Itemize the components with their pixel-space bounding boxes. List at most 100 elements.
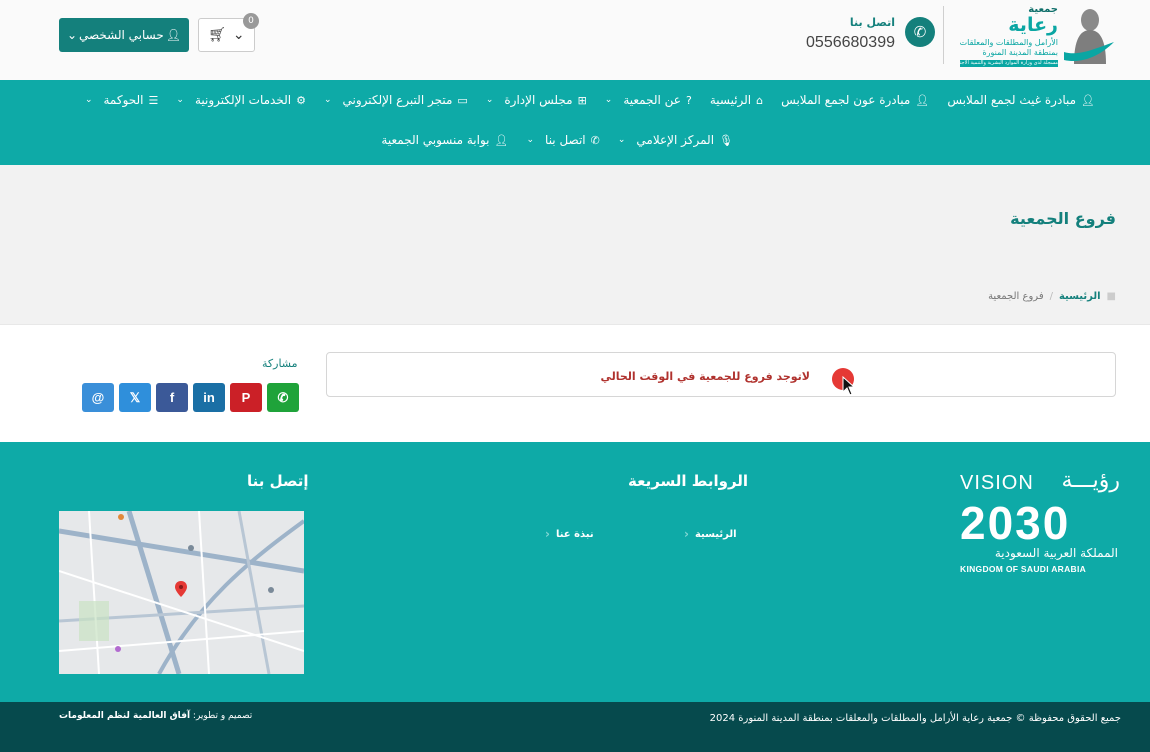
breadcrumb-home-link[interactable]: الرئيسية (1059, 291, 1101, 302)
x-icon: 𝕏 (129, 389, 141, 405)
nav-item-label: الحوكمة (103, 93, 144, 107)
nav-item-2[interactable]: ⌂ الرئيسية (710, 93, 763, 107)
linkedin-icon: in (203, 390, 215, 405)
quick-link-label: نبذة عنا (555, 528, 594, 540)
nav-item-6[interactable]: ⚙ الخدمات الإلكترونية ⌄ (176, 93, 306, 107)
chevron-down-icon: ⌄ (604, 95, 613, 105)
nav-row-secondary: 🎙︎ المركز الإعلامي ⌄ ✆ اتصل بنا ⌄ 👤︎ بوابة منسو… (363, 133, 733, 147)
nav-item-row2-0[interactable]: 🎙︎ المركز الإعلامي ⌄ (618, 133, 733, 147)
gears-icon: ⚙ (296, 93, 306, 107)
list-icon: ☰ (148, 93, 159, 107)
chevron-down-icon: ⌄ (323, 95, 332, 105)
sitemap-icon: ⊞ (577, 93, 587, 107)
empty-branches-alert: لاتوجد فروع للجمعية في الوقت الحالي (326, 352, 1116, 397)
nav-item-label: عن الجمعية (623, 93, 681, 107)
facebook-share-button[interactable]: f (156, 383, 188, 412)
question-icon: ? (685, 93, 692, 107)
quick-links-title: الروابط السريعة (628, 472, 749, 490)
user-icon: 👤︎ (494, 133, 509, 147)
share-label: مشاركة (262, 357, 298, 370)
breadcrumb: ■ الرئيسية / فروع الجمعية (988, 291, 1116, 302)
breadcrumb-separator: / (1049, 291, 1053, 302)
whatsapp-share-button[interactable]: ✆ (267, 383, 299, 412)
nav-item-row2-2[interactable]: 👤︎ بوابة منسوبي الجمعية (381, 133, 508, 147)
nav-item-label: مبادرة غيث لجمع الملابس (947, 93, 1077, 107)
breadcrumb-current: فروع الجمعية (988, 291, 1044, 302)
main-navigation: 👤︎ مبادرة غيث لجمع الملابس 👤︎ مبادرة عون لج… (0, 80, 1150, 165)
phone-icon: ✆ (590, 133, 600, 147)
org-subtitle: الأرامل والمطلقات والمعلقات بمنطقة المدي… (959, 38, 1058, 57)
x-share-button[interactable]: 𝕏 (119, 383, 151, 412)
account-button-label: حسابي الشخصي (79, 28, 164, 42)
vision-en-text: VISION (960, 472, 1034, 494)
mouse-cursor-icon (842, 376, 856, 396)
contact-phone-number[interactable]: 0556680399 (806, 34, 895, 52)
nav-row-primary: 👤︎ مبادرة غيث لجمع الملابس 👤︎ مبادرة عون لج… (67, 93, 1095, 107)
logo-figure-icon (1064, 9, 1114, 64)
nav-item-4[interactable]: ⊞ مجلس الإدارة ⌄ (486, 93, 587, 107)
nav-item-label: متجر التبرع الإلكتروني (342, 93, 453, 107)
location-map[interactable] (59, 511, 304, 674)
designer-credit: تصميم و تطوير: آفاق العالمية لنظم المعلو… (59, 711, 252, 721)
share-buttons: @ 𝕏f in P ✆ (82, 383, 299, 412)
nav-item-label: مجلس الإدارة (504, 93, 573, 107)
designer-prefix: تصميم و تطوير: (192, 711, 253, 721)
quick-link-about[interactable]: نبذة عنا ‹ (545, 527, 594, 541)
cart-count-badge: 0 (243, 13, 259, 29)
nav-item-row2-1[interactable]: ✆ اتصل بنا ⌄ (526, 133, 599, 147)
empty-branches-message: لاتوجد فروع للجمعية في الوقت الحالي (600, 370, 810, 383)
home-icon: ⌂ (756, 93, 764, 107)
vision-2030-logo: VISION رؤيـــة 2030 المملكة العربية السع… (960, 468, 1120, 578)
chevron-down-icon: ⌄ (617, 135, 626, 145)
chevron-down-icon: ⌄ (84, 95, 93, 105)
chevron-down-icon: ⌄ (176, 95, 184, 105)
user-icon: 👤︎ (165, 28, 181, 42)
pinterest-share-button[interactable]: P (230, 383, 262, 412)
page-title: فروع الجمعية (1010, 209, 1116, 228)
chevron-down-icon: ⌄ (485, 95, 494, 105)
nav-item-0[interactable]: 👤︎ مبادرة غيث لجمع الملابس (947, 93, 1095, 107)
top-header: جمعية رعاية الأرامل والمطلقات والمعلقات … (0, 0, 1150, 80)
at-icon: @ (91, 390, 105, 405)
org-name: رعاية (1008, 14, 1058, 36)
header-divider (943, 6, 944, 64)
nav-item-label: بوابة منسوبي الجمعية (381, 133, 490, 147)
footer-contact-title: إتصل بنا (247, 472, 309, 490)
user-icon: 👤︎ (915, 93, 930, 107)
org-registration-strip: مسجلة لدى وزارة الموارد البشرية والتنمية… (960, 60, 1058, 67)
nav-item-7[interactable]: ☰ الحوكمة ⌄ (85, 93, 158, 107)
account-button[interactable]: 👤︎ حسابي الشخصي ⌄ (59, 18, 189, 52)
whatsapp-icon: ✆ (277, 389, 289, 405)
footer: VISION رؤيـــة 2030 المملكة العربية السع… (0, 442, 1150, 702)
nav-item-label: مبادرة عون لجمع الملابس (781, 93, 911, 107)
facebook-icon: f (169, 390, 175, 405)
vision-ar-text: رؤيـــة (1061, 468, 1120, 493)
chevron-left-icon: ‹ (545, 527, 550, 541)
map-image (59, 511, 304, 674)
user-icon: 👤︎ (1081, 93, 1095, 107)
contact-label: اتصل بنا (849, 16, 895, 29)
linkedin-share-button[interactable]: in (193, 383, 225, 412)
quick-link-home[interactable]: الرئيسية ‹ (684, 527, 737, 541)
home-square-icon: ■ (1106, 291, 1116, 302)
vision-ksa-en: KINGDOM OF SAUDI ARABIA (960, 564, 1087, 574)
card-icon: ▭ (457, 93, 468, 107)
email-share-button[interactable]: @ (82, 383, 114, 412)
nav-item-3[interactable]: ? عن الجمعية ⌄ (605, 93, 692, 107)
nav-item-label: المركز الإعلامي (636, 133, 715, 147)
cart-icon: 🛒︎ (208, 27, 227, 43)
vision-year: 2030 (960, 497, 1071, 549)
copyright-text: جميع الحقوق محفوظة © جمعية رعاية الأرامل… (709, 713, 1121, 724)
chevron-down-icon: ⌄ (67, 28, 78, 42)
nav-item-label: اتصل بنا (545, 133, 586, 147)
mic-icon: 🎙︎ (719, 133, 733, 147)
nav-item-label: الرئيسية (709, 93, 752, 107)
pinterest-icon: P (241, 390, 251, 405)
chevron-down-icon: ⌄ (526, 135, 535, 145)
designer-company-link[interactable]: آفاق العالمية لنظم المعلومات (59, 711, 190, 721)
vision-ksa-ar: المملكة العربية السعودية (994, 546, 1118, 560)
nav-item-5[interactable]: ▭ متجر التبرع الإلكتروني ⌄ (324, 93, 468, 107)
page-header-banner: فروع الجمعية ■ الرئيسية / فروع الجمعية (0, 165, 1150, 325)
nav-item-1[interactable]: 👤︎ مبادرة عون لجمع الملابس (781, 93, 929, 107)
org-logo[interactable]: جمعية رعاية الأرامل والمطلقات والمعلقات … (956, 4, 1116, 68)
